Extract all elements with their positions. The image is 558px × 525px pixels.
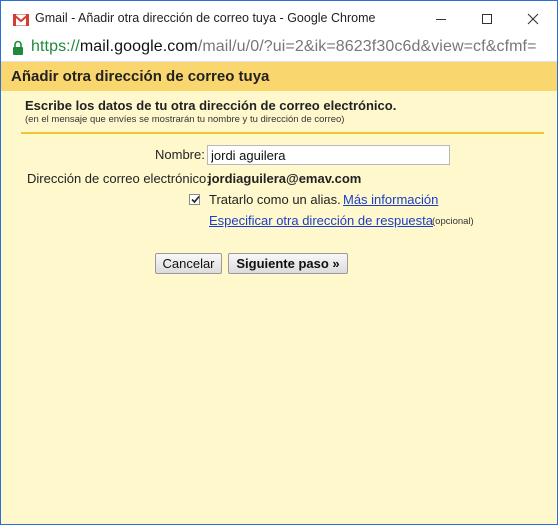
maximize-icon	[482, 14, 492, 24]
reply-to-link[interactable]: Especificar otra dirección de respuesta	[209, 213, 433, 228]
email-label: Dirección de correo electrónico:	[27, 171, 210, 186]
url-path: /mail/u/0/?ui=2&ik=8623f30c6d&view=cf&cf…	[197, 38, 537, 55]
alias-checkbox-label[interactable]: Tratarlo como un alias.	[209, 192, 341, 207]
gmail-icon	[12, 13, 30, 27]
name-input[interactable]	[207, 145, 450, 165]
section-divider	[21, 132, 544, 134]
window-title: Gmail - Añadir otra dirección de correo …	[35, 11, 376, 25]
checkmark-icon	[191, 195, 200, 204]
name-label: Nombre:	[155, 147, 205, 162]
minimize-button[interactable]	[419, 1, 463, 36]
alias-checkbox[interactable]	[189, 194, 200, 205]
optional-note: (opcional)	[432, 216, 474, 227]
close-button[interactable]	[511, 1, 555, 36]
cancel-button[interactable]: Cancelar	[155, 253, 222, 274]
lock-icon	[12, 40, 24, 61]
address-bar[interactable]: https://mail.google.com/mail/u/0/?ui=2&i…	[1, 36, 557, 62]
more-info-link[interactable]: Más información	[343, 192, 438, 207]
email-value: jordiaguilera@emav.com	[208, 171, 362, 186]
close-icon	[527, 13, 539, 25]
dialog-title: Añadir otra dirección de correo tuya	[11, 68, 270, 85]
url-host: mail.google.com	[79, 38, 198, 55]
dialog-header: Añadir otra dirección de correo tuya	[1, 62, 557, 91]
intro-subtitle: (en el mensaje que envíes se mostrarán t…	[25, 114, 345, 125]
maximize-button[interactable]	[465, 1, 509, 36]
dialog-content: Escribe los datos de tu otra dirección d…	[1, 91, 557, 524]
url-text[interactable]: https://mail.google.com/mail/u/0/?ui=2&i…	[31, 38, 537, 56]
intro-title: Escribe los datos de tu otra dirección d…	[25, 98, 397, 113]
url-protocol: https://	[31, 38, 80, 55]
title-bar[interactable]: Gmail - Añadir otra dirección de correo …	[1, 1, 557, 36]
next-step-button[interactable]: Siguiente paso »	[228, 253, 348, 274]
browser-window: Gmail - Añadir otra dirección de correo …	[0, 0, 558, 525]
minimize-icon	[436, 19, 446, 20]
